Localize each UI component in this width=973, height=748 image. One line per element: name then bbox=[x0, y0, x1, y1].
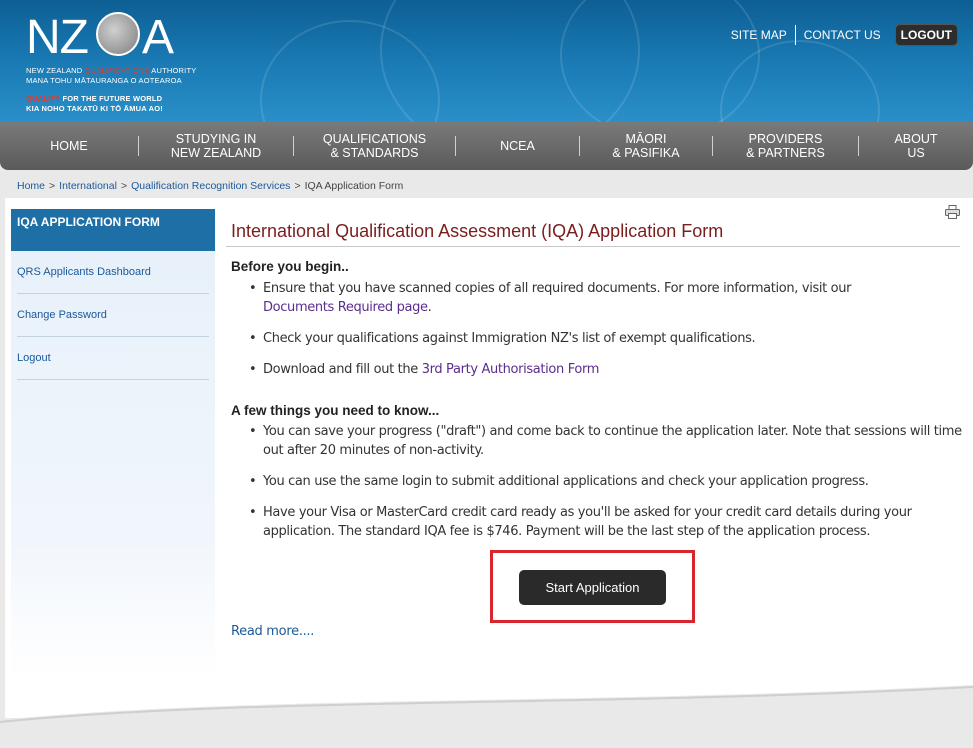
title-divider bbox=[226, 246, 960, 247]
nav-label: STUDYING IN NEW ZEALAND bbox=[171, 132, 261, 160]
list-item: Check your qualifications against Immigr… bbox=[249, 329, 963, 348]
nav-label-line: MĀORI bbox=[625, 132, 667, 146]
site-map-link[interactable]: SITE MAP bbox=[723, 25, 795, 45]
nav-item-studying[interactable]: STUDYING IN NEW ZEALAND bbox=[139, 122, 293, 170]
bullet-text: Check your qualifications against Immigr… bbox=[263, 331, 756, 346]
breadcrumb-separator: > bbox=[294, 180, 301, 192]
site-header: NZ A NEW ZEALAND QUALIFICATIONS AUTHORIT… bbox=[0, 0, 973, 122]
main-nav: HOME STUDYING IN NEW ZEALAND QUALIFICATIO… bbox=[0, 122, 973, 170]
logo-globe-q-icon bbox=[96, 12, 140, 56]
breadcrumb-separator: > bbox=[120, 180, 128, 192]
logo-tagline: QUALIFY FOR THE FUTURE WORLD bbox=[26, 94, 162, 103]
nav-item-maori-pasifika[interactable]: MĀORI & PASIFIKA bbox=[580, 122, 712, 170]
before-heading: Before you begin.. bbox=[231, 259, 349, 274]
sidebar-item-logout[interactable]: Logout bbox=[17, 337, 209, 380]
list-item: Ensure that you have scanned copies of a… bbox=[249, 279, 963, 317]
nav-label: HOME bbox=[50, 139, 88, 153]
breadcrumb-qrs[interactable]: Qualification Recognition Services bbox=[131, 180, 290, 192]
sidebar-title: IQA APPLICATION FORM bbox=[11, 209, 215, 251]
start-application-button[interactable]: Start Application bbox=[519, 570, 666, 605]
third-party-form-link[interactable]: 3rd Party Authorisation Form bbox=[422, 362, 600, 377]
sidebar-item-dashboard[interactable]: QRS Applicants Dashboard bbox=[17, 251, 209, 294]
nav-label-line: US bbox=[907, 146, 925, 160]
bullet-text: . bbox=[427, 300, 432, 315]
list-item: Have your Visa or MasterCard credit card… bbox=[249, 503, 963, 541]
nav-label: QUALIFICATIONS & STANDARDS bbox=[323, 132, 426, 160]
sidebar: IQA APPLICATION FORM QRS Applicants Dash… bbox=[11, 209, 215, 679]
breadcrumb-separator: > bbox=[49, 180, 56, 192]
list-item: You can save your progress ("draft") and… bbox=[249, 422, 963, 460]
contact-us-link[interactable]: CONTACT US bbox=[794, 25, 889, 45]
logo-letter-a: A bbox=[142, 11, 175, 64]
logo-tagline-maori: KIA NOHO TAKATŪ KI TŌ ĀMUA AO! bbox=[26, 104, 163, 113]
nav-label-line: ABOUT bbox=[894, 132, 938, 146]
utility-links: SITE MAP CONTACT US LOGOUT bbox=[723, 24, 958, 46]
nav-item-qualifications[interactable]: QUALIFICATIONS & STANDARDS bbox=[294, 122, 455, 170]
nav-label-line: QUALIFICATIONS bbox=[322, 132, 427, 146]
nav-item-ncea[interactable]: NCEA bbox=[456, 122, 579, 170]
nav-label-line: NEW ZEALAND bbox=[170, 146, 262, 160]
read-more-link[interactable]: Read more.... bbox=[231, 624, 314, 639]
nav-label-line: & STANDARDS bbox=[330, 146, 419, 160]
nav-label: PROVIDERS & PARTNERS bbox=[746, 132, 825, 160]
list-item: Download and fill out the 3rd Party Auth… bbox=[249, 360, 963, 379]
know-heading: A few things you need to know... bbox=[231, 403, 440, 418]
nav-label-line: PROVIDERS bbox=[748, 132, 823, 146]
footer-wave-decoration bbox=[0, 685, 973, 748]
logo-text: AUTHORITY bbox=[149, 66, 197, 75]
logo-text: NEW ZEALAND bbox=[26, 66, 85, 75]
logo-text: FOR THE FUTURE WORLD bbox=[60, 94, 163, 103]
bullet-text: Ensure that you have scanned copies of a… bbox=[263, 281, 852, 296]
page: NZ A NEW ZEALAND QUALIFICATIONS AUTHORIT… bbox=[0, 0, 973, 748]
breadcrumb-international[interactable]: International bbox=[59, 180, 117, 192]
header-logout-button[interactable]: LOGOUT bbox=[894, 24, 958, 46]
documents-required-link[interactable]: Documents Required page bbox=[263, 300, 428, 315]
logo-maori-line: MANA TOHU MĀTAURANGA O AOTEAROA bbox=[26, 76, 182, 85]
nav-item-providers[interactable]: PROVIDERS & PARTNERS bbox=[713, 122, 858, 170]
logo-text: QUALIFICATIONS bbox=[84, 66, 150, 75]
sidebar-item-change-password[interactable]: Change Password bbox=[17, 294, 209, 337]
print-icon[interactable] bbox=[945, 205, 960, 219]
logo-text: QUALIFY bbox=[26, 94, 61, 103]
breadcrumb-current: IQA Application Form bbox=[304, 180, 404, 192]
nzqa-logo[interactable]: NZ A NEW ZEALAND QUALIFICATIONS AUTHORIT… bbox=[26, 8, 196, 116]
bullet-text: Download and fill out the bbox=[263, 362, 422, 377]
nav-item-about[interactable]: ABOUT US bbox=[859, 122, 973, 170]
nav-item-home[interactable]: HOME bbox=[0, 122, 138, 170]
nav-label: ABOUT US bbox=[894, 132, 937, 160]
breadcrumb-home[interactable]: Home bbox=[17, 180, 45, 192]
nav-label: NCEA bbox=[500, 139, 535, 153]
nav-label-line: & PARTNERS bbox=[746, 146, 825, 160]
list-item: You can use the same login to submit add… bbox=[249, 472, 963, 491]
nav-label: MĀORI & PASIFIKA bbox=[612, 132, 679, 160]
logo-authority-line: NEW ZEALAND QUALIFICATIONS AUTHORITY bbox=[26, 66, 196, 75]
page-title: International Qualification Assessment (… bbox=[231, 221, 724, 241]
nav-label-line: & PASIFIKA bbox=[612, 146, 680, 160]
logo-letters-nz: NZ bbox=[26, 11, 89, 64]
breadcrumb: Home > International > Qualification Recogni… bbox=[17, 180, 403, 192]
nav-label-line: STUDYING IN bbox=[175, 132, 257, 146]
